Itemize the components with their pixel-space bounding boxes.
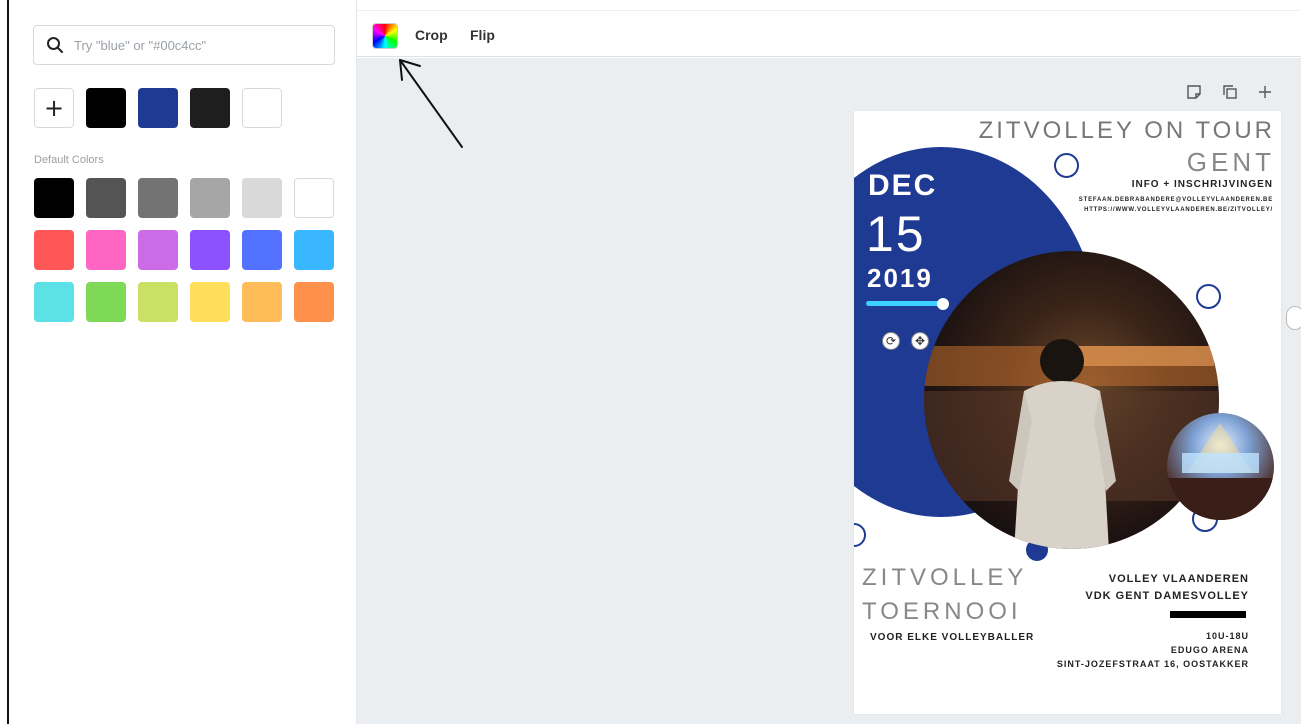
crop-button[interactable]: Crop (415, 27, 448, 43)
note-icon[interactable] (1186, 84, 1202, 105)
poster-city[interactable]: GENT (1187, 147, 1275, 178)
default-color-swatch[interactable] (242, 178, 282, 218)
default-color-swatch[interactable] (86, 230, 126, 270)
canvas-area: ZITVOLLEY ON TOUR GENT INFO + INSCHRIJVI… (357, 58, 1301, 724)
default-color-swatch[interactable] (242, 230, 282, 270)
poster-org1[interactable]: VOLLEY VLAANDEREN (1109, 573, 1249, 585)
color-panel: + Default Colors (9, 0, 357, 724)
rotate-icon[interactable]: ⟳ (882, 332, 900, 350)
poster-month[interactable]: DEC (868, 169, 937, 203)
default-color-swatch[interactable] (138, 230, 178, 270)
document-color-swatch[interactable] (86, 88, 126, 128)
default-colors-label: Default Colors (34, 154, 104, 166)
duplicate-icon[interactable] (1222, 84, 1238, 105)
poster-url[interactable]: HTTPS://WWW.VOLLEYVLAANDEREN.BE/ZITVOLLE… (1084, 207, 1273, 213)
concert-photo[interactable] (924, 251, 1219, 549)
default-color-swatch[interactable] (138, 282, 178, 322)
poster-email[interactable]: STEFAAN.DEBRABANDERE@VOLLEYVLAANDEREN.BE (1079, 197, 1273, 203)
poster-time[interactable]: 10U-18U (1206, 631, 1249, 641)
poster-org2[interactable]: VDK GENT DAMESVOLLEY (1085, 590, 1249, 602)
resize-handle[interactable] (937, 298, 949, 310)
editor-toolbar: Crop Flip (357, 10, 1301, 57)
move-icon[interactable]: ✥ (911, 332, 929, 350)
default-color-swatch[interactable] (86, 178, 126, 218)
default-color-swatch[interactable] (294, 282, 334, 322)
poster-event-line1[interactable]: ZITVOLLEY (862, 564, 1027, 592)
default-color-swatch[interactable] (34, 282, 74, 322)
default-color-swatch[interactable] (294, 230, 334, 270)
default-color-swatch[interactable] (190, 178, 230, 218)
color-search-input[interactable] (74, 37, 314, 53)
flip-button[interactable]: Flip (470, 27, 495, 43)
poster-event-line2[interactable]: TOERNOOI (862, 598, 1022, 626)
poster-year[interactable]: 2019 (867, 263, 933, 294)
default-color-swatch[interactable] (86, 282, 126, 322)
ring-shape[interactable] (854, 523, 866, 547)
side-panel-toggle[interactable] (1286, 306, 1301, 330)
color-search-box[interactable] (33, 25, 335, 65)
default-color-swatch[interactable] (242, 282, 282, 322)
poster-page[interactable]: ZITVOLLEY ON TOUR GENT INFO + INSCHRIJVI… (854, 111, 1281, 714)
poster-info[interactable]: INFO + INSCHRIJVINGEN (1132, 179, 1273, 190)
document-color-swatch[interactable] (138, 88, 178, 128)
default-color-swatch[interactable] (34, 230, 74, 270)
poster-day[interactable]: 15 (866, 205, 926, 263)
ring-shape[interactable] (1054, 153, 1079, 178)
add-page-icon[interactable] (1257, 84, 1273, 105)
black-divider-bar[interactable] (1170, 611, 1246, 618)
poster-title[interactable]: ZITVOLLEY ON TOUR (979, 117, 1275, 145)
selection-bar[interactable] (866, 301, 942, 306)
default-color-swatch[interactable] (138, 178, 178, 218)
search-icon (47, 37, 63, 53)
default-color-swatch[interactable] (294, 178, 334, 218)
ring-shape[interactable] (1196, 284, 1221, 309)
poster-tagline[interactable]: VOOR ELKE VOLLEYBALLER (870, 632, 1034, 643)
default-color-swatch[interactable] (190, 282, 230, 322)
add-color-button[interactable]: + (34, 88, 74, 128)
annotation-arrow (399, 59, 463, 148)
document-color-swatch[interactable] (242, 88, 282, 128)
default-color-swatch[interactable] (34, 178, 74, 218)
default-color-swatch[interactable] (190, 230, 230, 270)
poster-address[interactable]: SINT-JOZEFSTRAAT 16, OOSTAKKER (1057, 659, 1249, 669)
app-window: + Default Colors Crop Flip (0, 0, 1301, 724)
color-picker-button[interactable] (372, 23, 398, 49)
stage-lights-photo[interactable] (1167, 413, 1274, 520)
document-color-swatch[interactable] (190, 88, 230, 128)
poster-venue[interactable]: EDUGO ARENA (1171, 645, 1249, 655)
